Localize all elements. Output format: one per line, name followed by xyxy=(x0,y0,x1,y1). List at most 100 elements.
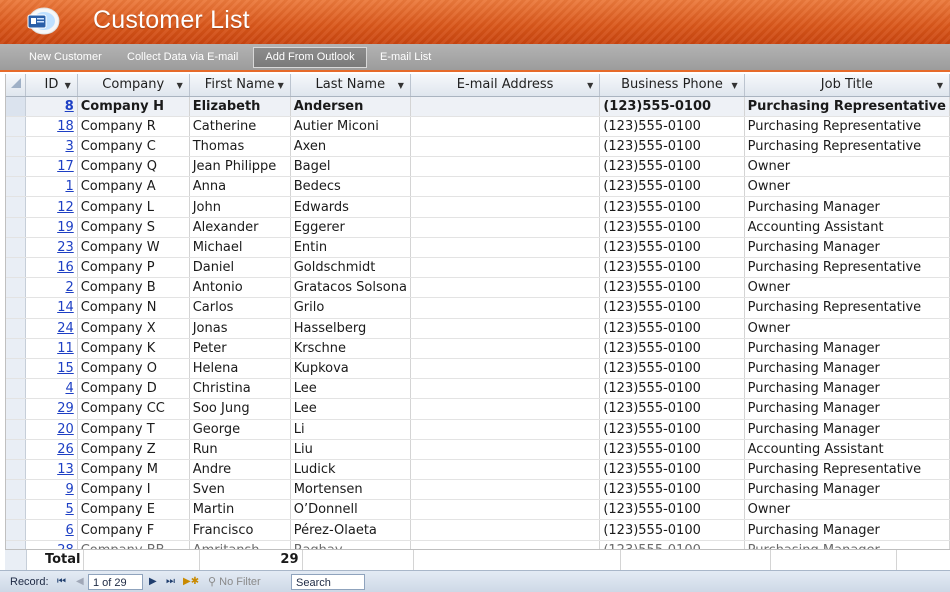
first-name-cell[interactable]: Antonio xyxy=(189,277,291,299)
table-row[interactable]: 19 Company S Alexander Eggerer (123)555-0100… xyxy=(6,217,950,238)
last-name-cell[interactable]: Pérez-Olaeta xyxy=(290,519,411,541)
id-cell[interactable]: 20 xyxy=(25,419,78,440)
business-phone-cell[interactable]: (123)555-0100 xyxy=(599,217,745,238)
collect-data-via-email-button[interactable]: Collect Data via E-mail xyxy=(119,47,246,68)
first-name-cell[interactable]: Anna xyxy=(189,176,291,198)
job-title-cell[interactable]: Purchasing Representative xyxy=(744,257,950,279)
business-phone-cell[interactable]: (123)555-0100 xyxy=(599,257,745,279)
column-header-id[interactable]: ID ▼ xyxy=(25,74,78,97)
first-name-cell[interactable]: Christina xyxy=(189,378,291,400)
dropdown-arrow-icon[interactable]: ▼ xyxy=(278,81,284,90)
row-selector[interactable] xyxy=(6,338,27,359)
job-title-cell[interactable]: Purchasing Representative xyxy=(744,297,950,319)
first-name-cell[interactable]: Sven xyxy=(189,479,291,501)
column-header-job-title[interactable]: Job Title ▼ xyxy=(744,74,950,97)
first-name-cell[interactable]: Alexander xyxy=(189,217,291,238)
dropdown-arrow-icon[interactable]: ▼ xyxy=(731,81,737,90)
job-title-cell[interactable]: Owner xyxy=(744,499,950,521)
last-name-cell[interactable]: Andersen xyxy=(290,96,411,117)
last-name-cell[interactable]: Eggerer xyxy=(290,217,411,238)
job-title-cell[interactable]: Owner xyxy=(744,156,950,178)
customer-id-link[interactable]: 8 xyxy=(65,99,74,114)
row-selector[interactable] xyxy=(6,439,27,460)
add-from-outlook-button[interactable]: Add From Outlook xyxy=(253,47,367,68)
business-phone-cell[interactable]: (123)555-0100 xyxy=(599,378,745,400)
job-title-cell[interactable]: Owner xyxy=(744,318,950,339)
last-record-icon[interactable]: ⏭ xyxy=(166,574,175,590)
row-selector[interactable] xyxy=(6,519,27,541)
last-name-cell[interactable]: Mortensen xyxy=(290,479,411,501)
job-title-cell[interactable]: Purchasing Representative xyxy=(744,136,950,158)
last-name-cell[interactable]: Bagel xyxy=(290,156,411,178)
id-cell[interactable]: 18 xyxy=(25,116,78,137)
job-title-cell[interactable]: Purchasing Manager xyxy=(744,338,950,359)
first-name-cell[interactable]: Catherine xyxy=(189,116,291,137)
job-title-cell[interactable]: Purchasing Manager xyxy=(744,196,950,218)
job-title-cell[interactable]: Purchasing Representative xyxy=(744,96,950,117)
last-name-cell[interactable]: Edwards xyxy=(290,196,411,218)
first-name-cell[interactable]: Run xyxy=(189,439,291,460)
job-title-cell[interactable]: Purchasing Representative xyxy=(744,459,950,481)
id-cell[interactable]: 13 xyxy=(25,459,78,481)
last-name-cell[interactable]: Autier Miconi xyxy=(290,116,411,137)
table-row[interactable]: 16 Company P Daniel Goldschmidt (123)555-010… xyxy=(6,257,950,279)
column-header-email[interactable]: E-mail Address ▼ xyxy=(410,74,601,97)
company-cell[interactable]: Company E xyxy=(77,499,190,521)
customer-id-link[interactable]: 13 xyxy=(57,462,74,477)
job-title-cell[interactable]: Purchasing Manager xyxy=(744,519,950,541)
job-title-cell[interactable]: Owner xyxy=(744,176,950,198)
customer-id-link[interactable]: 20 xyxy=(57,422,74,437)
business-phone-cell[interactable]: (123)555-0100 xyxy=(599,398,745,420)
email-cell[interactable] xyxy=(410,479,601,501)
first-name-cell[interactable]: Carlos xyxy=(189,297,291,319)
id-cell[interactable]: 26 xyxy=(25,439,78,460)
email-cell[interactable] xyxy=(410,116,601,137)
company-cell[interactable]: Company T xyxy=(77,419,190,440)
id-cell[interactable]: 15 xyxy=(25,358,78,380)
job-title-cell[interactable]: Purchasing Manager xyxy=(744,378,950,400)
email-cell[interactable] xyxy=(410,156,601,178)
id-cell[interactable]: 29 xyxy=(25,398,78,420)
business-phone-cell[interactable]: (123)555-0100 xyxy=(599,96,745,117)
customer-id-link[interactable]: 26 xyxy=(57,442,74,457)
table-row[interactable]: 15 Company O Helena Kupkova (123)555-0100 Pur… xyxy=(6,358,950,380)
company-cell[interactable]: Company H xyxy=(77,96,190,117)
id-cell[interactable]: 9 xyxy=(25,479,78,501)
company-cell[interactable]: Company R xyxy=(77,116,190,137)
first-name-cell[interactable]: Soo Jung xyxy=(189,398,291,420)
table-row[interactable]: 23 Company W Michael Entin (123)555-0100 Purc… xyxy=(6,237,950,259)
business-phone-cell[interactable]: (123)555-0100 xyxy=(599,459,745,481)
first-name-cell[interactable]: Thomas xyxy=(189,136,291,158)
row-selector[interactable] xyxy=(6,116,27,137)
customer-id-link[interactable]: 1 xyxy=(65,179,73,194)
customer-id-link[interactable]: 9 xyxy=(65,482,73,497)
company-cell[interactable]: Company W xyxy=(77,237,190,259)
last-name-cell[interactable]: Kupkova xyxy=(290,358,411,380)
id-cell[interactable]: 14 xyxy=(25,297,78,319)
company-cell[interactable]: Company A xyxy=(77,176,190,198)
first-name-cell[interactable]: Elizabeth xyxy=(189,96,291,117)
business-phone-cell[interactable]: (123)555-0100 xyxy=(599,237,745,259)
dropdown-arrow-icon[interactable]: ▼ xyxy=(177,81,183,90)
id-cell[interactable]: 5 xyxy=(25,499,78,521)
email-cell[interactable] xyxy=(410,419,601,440)
company-cell[interactable]: Company O xyxy=(77,358,190,380)
company-cell[interactable]: Company S xyxy=(77,217,190,238)
job-title-cell[interactable]: Purchasing Manager xyxy=(744,358,950,380)
customer-id-link[interactable]: 14 xyxy=(57,300,74,315)
company-cell[interactable]: Company Q xyxy=(77,156,190,178)
previous-record-icon[interactable]: ◀ xyxy=(76,574,84,590)
row-selector[interactable] xyxy=(6,217,27,238)
new-customer-button[interactable]: New Customer xyxy=(21,47,110,68)
table-row[interactable]: 11 Company K Peter Krschne (123)555-0100 Purc… xyxy=(6,338,950,359)
last-name-cell[interactable]: Axen xyxy=(290,136,411,158)
last-name-cell[interactable]: Hasselberg xyxy=(290,318,411,339)
last-name-cell[interactable]: Lee xyxy=(290,378,411,400)
customer-id-link[interactable]: 6 xyxy=(65,523,73,538)
company-cell[interactable]: Company X xyxy=(77,318,190,339)
job-title-cell[interactable]: Purchasing Representative xyxy=(744,116,950,137)
table-row[interactable]: 20 Company T George Li (123)555-0100 Purchasi… xyxy=(6,419,950,440)
table-row[interactable]: 26 Company Z Run Liu (123)555-0100 Accounting… xyxy=(6,439,950,460)
email-cell[interactable] xyxy=(410,318,601,339)
job-title-cell[interactable]: Purchasing Manager xyxy=(744,479,950,501)
